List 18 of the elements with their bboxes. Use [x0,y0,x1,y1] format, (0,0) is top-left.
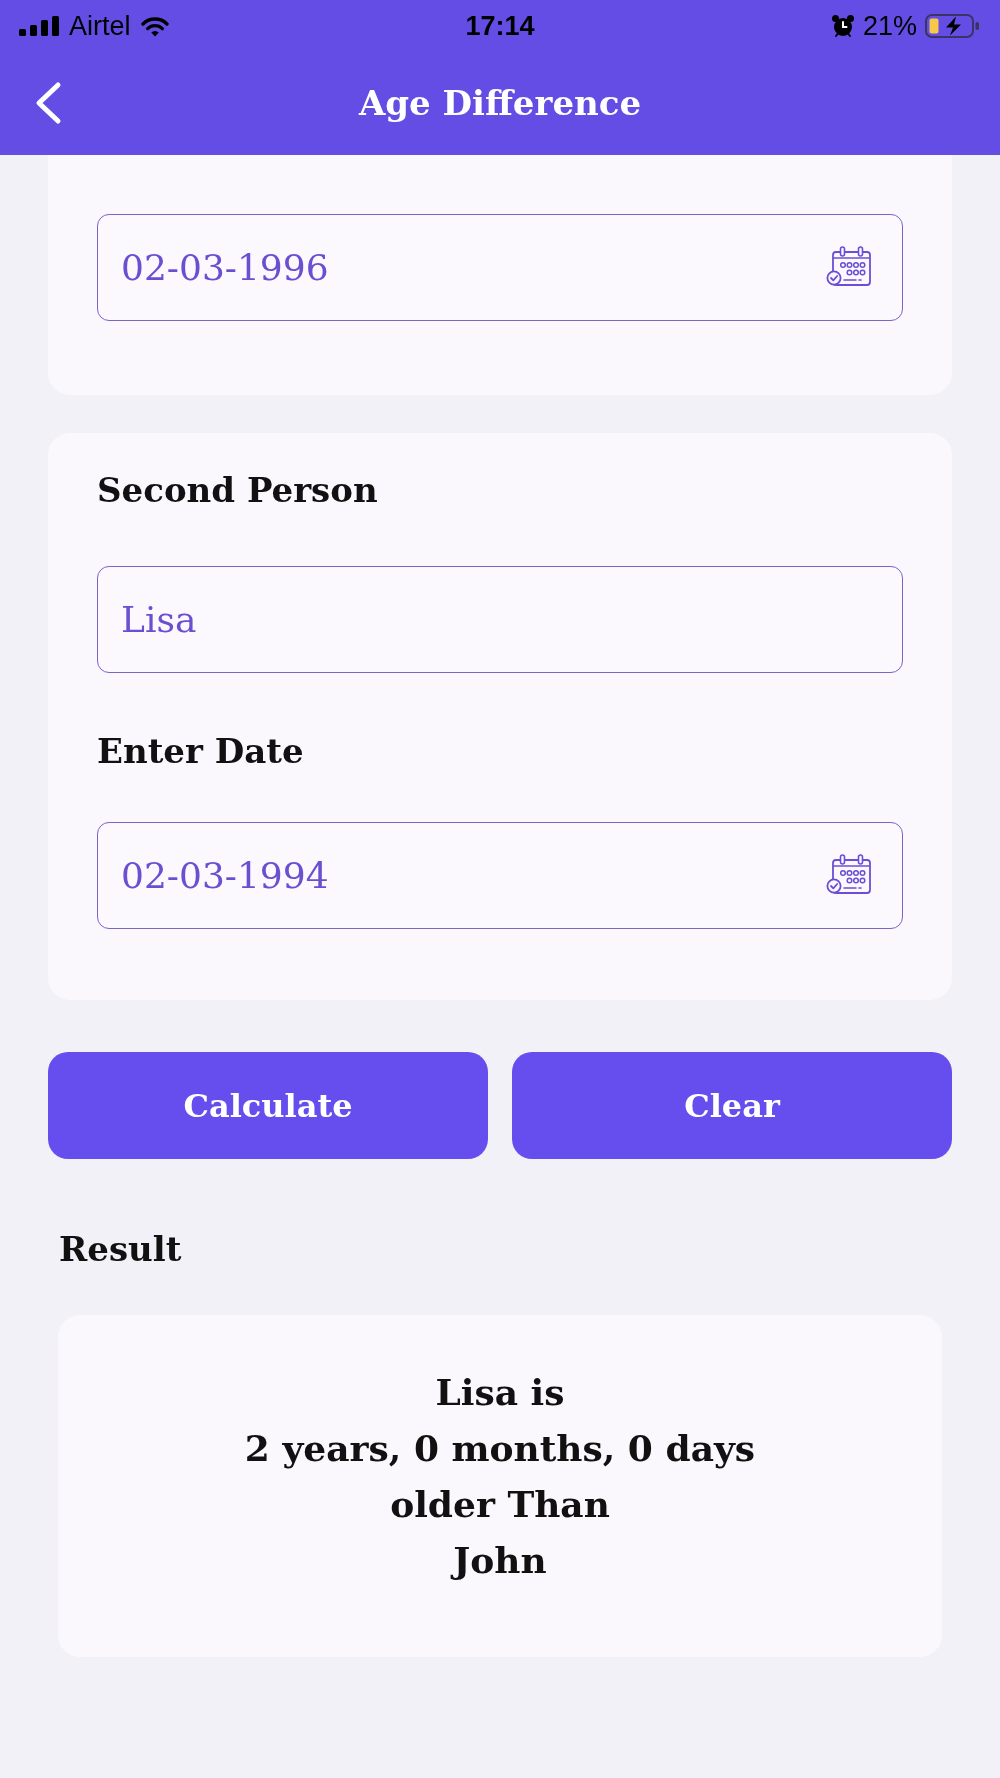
carrier-name: Airtel [69,10,131,42]
back-icon[interactable] [34,80,62,125]
result-text: Lisa is 2 years, 0 months, 0 days older Than John [244,1370,756,1583]
clear-button[interactable]: Clear [512,1052,952,1159]
result-heading: Result [58,1228,183,1271]
name-field[interactable]: Lisa [97,566,903,673]
date-field[interactable]: 02-03-1994 [97,822,903,929]
alarm-clock-icon [830,14,855,38]
date-field[interactable]: 02-03-1996 [97,214,903,321]
signal-icon [19,16,59,36]
section-heading: Second Person [97,469,379,512]
field-label: Enter Date [97,730,305,773]
battery-charging-icon [925,14,981,38]
battery-percent: 21% [862,10,917,42]
wifi-icon [140,15,169,37]
calculate-button[interactable]: Calculate [48,1052,488,1159]
screen-title: Age Difference [358,81,642,125]
clock-time: 17:14 [465,10,535,42]
